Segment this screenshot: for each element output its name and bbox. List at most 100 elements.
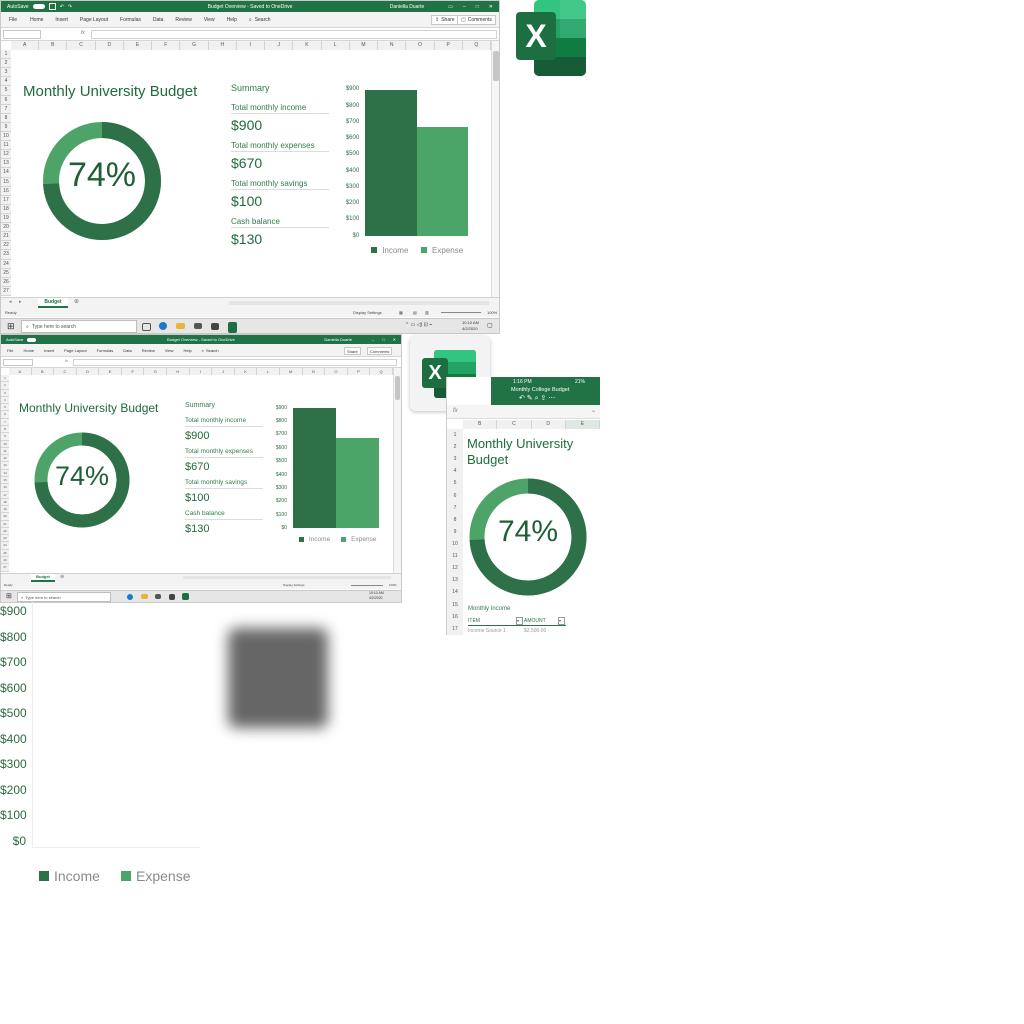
vertical-scroll-thumb[interactable] [493,51,499,81]
mobile-row-header[interactable]: 8 [447,514,463,526]
row-header[interactable]: 26 [1,557,9,565]
menu-insert[interactable]: Insert [44,348,54,353]
row-header[interactable]: 12 [1,150,11,160]
row-header[interactable]: 24 [1,260,11,269]
row-header[interactable]: 21 [1,232,11,242]
row-header[interactable]: 2 [1,59,11,69]
ribbon-display-icon[interactable]: ▭ [448,4,453,10]
row-header[interactable]: 19 [1,214,11,224]
row-header[interactable]: 27 [1,287,11,296]
notification-icon[interactable]: ▢ [487,322,493,329]
menu-data[interactable]: Data [123,348,131,353]
chevron-down-icon[interactable]: ⌄ [591,407,596,414]
column-header[interactable]: O [325,368,348,375]
column-header[interactable]: F [122,368,145,375]
menu-home[interactable]: Home [23,348,34,353]
row-header[interactable]: 23 [1,250,11,260]
row-header[interactable]: 14 [1,470,9,477]
column-header[interactable]: K [235,368,258,375]
column-header[interactable]: I [190,368,213,375]
mobile-row-header[interactable]: 13 [447,574,463,586]
tab-scroll-left-icon[interactable]: ◂ [9,299,12,305]
row-header[interactable]: 4 [1,77,11,87]
windows-start-icon[interactable]: ⊞ [6,592,12,600]
row-header[interactable]: 23 [1,535,9,543]
mobile-fx-label[interactable]: fx [453,408,458,414]
mobile-row-header[interactable]: 4 [447,465,463,477]
row-header[interactable]: 22 [1,528,9,536]
mobile-row-header[interactable]: 6 [447,490,463,502]
mobile-row-header[interactable]: 16 [447,611,463,623]
comments-button[interactable]: Comments [367,347,393,355]
column-header[interactable]: B [39,41,68,50]
mobile-row-header[interactable]: 15 [447,599,463,611]
mobile-row-header[interactable]: 11 [447,550,463,562]
column-header[interactable]: K [293,41,322,50]
column-header[interactable]: I [237,41,266,50]
mail-icon[interactable] [194,323,202,329]
mobile-row-header[interactable]: 5 [447,477,463,489]
fx-label[interactable]: fx [81,30,85,36]
menu-help[interactable]: Help [227,17,237,23]
row-header[interactable]: 7 [1,419,9,426]
column-header[interactable]: M [280,368,303,375]
menu-page-layout[interactable]: Page Layout [80,17,108,23]
row-header[interactable]: 1 [1,50,11,60]
edge-icon[interactable] [159,322,167,330]
comments-button[interactable]: ▢ Comments [457,15,496,25]
column-header[interactable]: N [378,41,407,50]
row-header[interactable]: 11 [1,141,11,151]
mobile-row-header[interactable]: 3 [447,453,463,465]
bar-income[interactable] [365,90,417,237]
row-header[interactable]: 20 [1,513,9,521]
display-settings[interactable]: Display Settings [283,582,305,589]
view-normal-icon[interactable]: ▦ [399,308,403,317]
mobile-row-header[interactable]: 14 [447,586,463,598]
menu-insert[interactable]: Insert [55,17,68,23]
taskbar-search[interactable]: ⌕ Type here to search [21,320,137,333]
row-header[interactable]: 16 [1,484,9,492]
column-header[interactable]: B [32,368,55,375]
column-header[interactable]: J [212,368,235,375]
name-box[interactable] [3,359,33,366]
column-header[interactable]: P [348,368,371,375]
row-header[interactable]: 19 [1,506,9,514]
row-header[interactable]: 6 [1,411,9,419]
menu-home[interactable]: Home [30,17,43,23]
column-header[interactable]: Q [370,368,393,375]
row-header[interactable]: 22 [1,241,11,251]
mail-icon[interactable] [155,594,161,599]
filter-dropdown-icon[interactable]: ▾ [516,617,523,625]
row-header[interactable]: 18 [1,499,9,507]
menu-review[interactable]: Review [175,17,191,23]
sheet-tab-budget[interactable]: Budget [38,298,68,308]
mobile-row-header[interactable]: 9 [447,526,463,538]
zoom-slider[interactable] [351,585,383,586]
horizontal-scrollbar[interactable] [183,576,391,579]
name-box[interactable] [3,30,41,39]
file-explorer-icon[interactable] [176,323,185,329]
bar-expense[interactable] [336,438,379,529]
menu-formulas[interactable]: Formulas [97,348,114,353]
row-header[interactable]: 8 [1,114,11,123]
row-header[interactable]: 24 [1,542,9,550]
horizontal-scrollbar[interactable] [229,301,489,305]
menu-view[interactable]: View [204,17,215,23]
row-header[interactable]: 10 [1,441,9,448]
row-header[interactable]: 15 [1,477,9,485]
menu-formulas[interactable]: Formulas [120,17,141,23]
sheet-tab-budget[interactable]: Budget [31,574,55,582]
bar-expense[interactable] [416,127,468,237]
column-header[interactable]: G [144,368,168,375]
view-pagebreak-icon[interactable]: ▥ [425,308,429,317]
column-header[interactable]: F [152,41,181,50]
column-header[interactable]: H [209,41,237,50]
column-header[interactable]: A [9,368,32,375]
row-header[interactable]: 8 [1,426,9,434]
column-header[interactable]: J [265,41,294,50]
excel-taskbar-icon[interactable] [228,322,237,333]
tray-icons[interactable]: ⌃ ▭ ◁) ⊡ ⌁ [405,322,432,328]
row-header[interactable]: 5 [1,86,11,96]
minimize-icon[interactable]: – [372,337,374,342]
column-header[interactable]: C [54,368,77,375]
